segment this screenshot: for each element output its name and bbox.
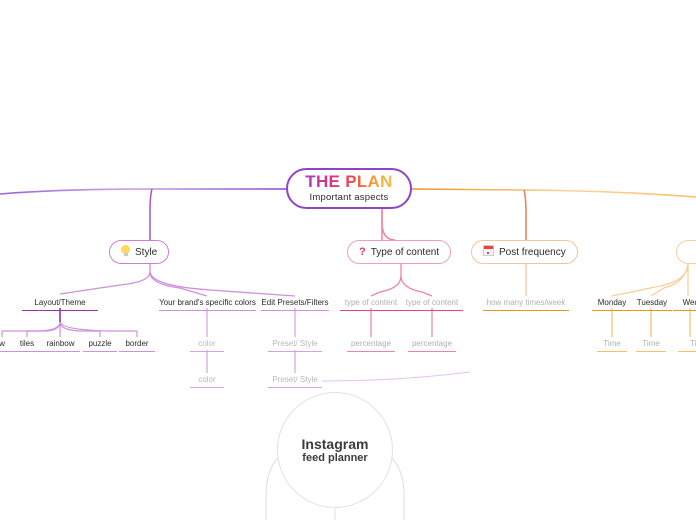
center-title: Instagram [301,435,369,452]
leaf-layout-option[interactable]: puzzle [83,338,117,352]
leaf-time[interactable]: Time [636,338,666,352]
node-style-label: Style [135,246,158,258]
leaf-day-tuesday[interactable]: Tuesday [632,297,672,311]
node-style[interactable]: Style [109,240,170,264]
leaf-layout-option[interactable]: tiles [13,338,41,352]
node-offscreen-right[interactable] [676,240,696,264]
leaf-time[interactable]: Time [597,338,627,352]
center-subtitle: feed planner [302,451,368,464]
root-subtitle: Important aspects [309,192,389,203]
root-node[interactable]: THE PLAN Important aspects [286,168,412,209]
calendar-icon [483,245,494,259]
leaf-edit-presets[interactable]: Edit Presets/Filters [261,297,329,311]
instagram-feed-planner-node[interactable]: Instagram feed planner [277,392,393,508]
leaf-brand-colors[interactable]: Your brand's specific colors [159,297,256,311]
leaf-day-wednesday[interactable]: Wedn [673,297,696,311]
leaf-layout-theme[interactable]: Layout/Theme [22,297,98,311]
leaf-color[interactable]: color [190,338,224,352]
leaf-preset-style[interactable]: Preset/ Style [268,338,322,352]
leaf-layout-option[interactable]: border [119,338,155,352]
mindmap-canvas: THE PLAN Important aspects Style ? Type … [0,0,696,520]
leaf-layout-option[interactable]: rainbow [41,338,80,352]
leaf-percentage[interactable]: percentage [408,338,456,352]
leaf-preset-style[interactable]: Preset/ Style [268,374,322,388]
node-type-of-content[interactable]: ? Type of content [347,240,452,264]
question-mark-icon: ? [359,245,366,258]
node-post-frequency-label: Post frequency [499,246,566,258]
node-type-of-content-label: Type of content [370,246,440,258]
leaf-time[interactable]: Ti [678,338,696,352]
leaf-how-many-times[interactable]: how many times/week [483,297,569,311]
node-post-frequency[interactable]: Post frequency [471,240,578,264]
leaf-type-of-content[interactable]: type of content [340,297,402,311]
leaf-percentage[interactable]: percentage [347,338,395,352]
page-title: THE PLAN [305,172,393,191]
lightbulb-icon [121,245,130,259]
leaf-color[interactable]: color [190,374,224,388]
leaf-day-monday[interactable]: Monday [592,297,632,311]
leaf-type-of-content[interactable]: type of content [401,297,463,311]
